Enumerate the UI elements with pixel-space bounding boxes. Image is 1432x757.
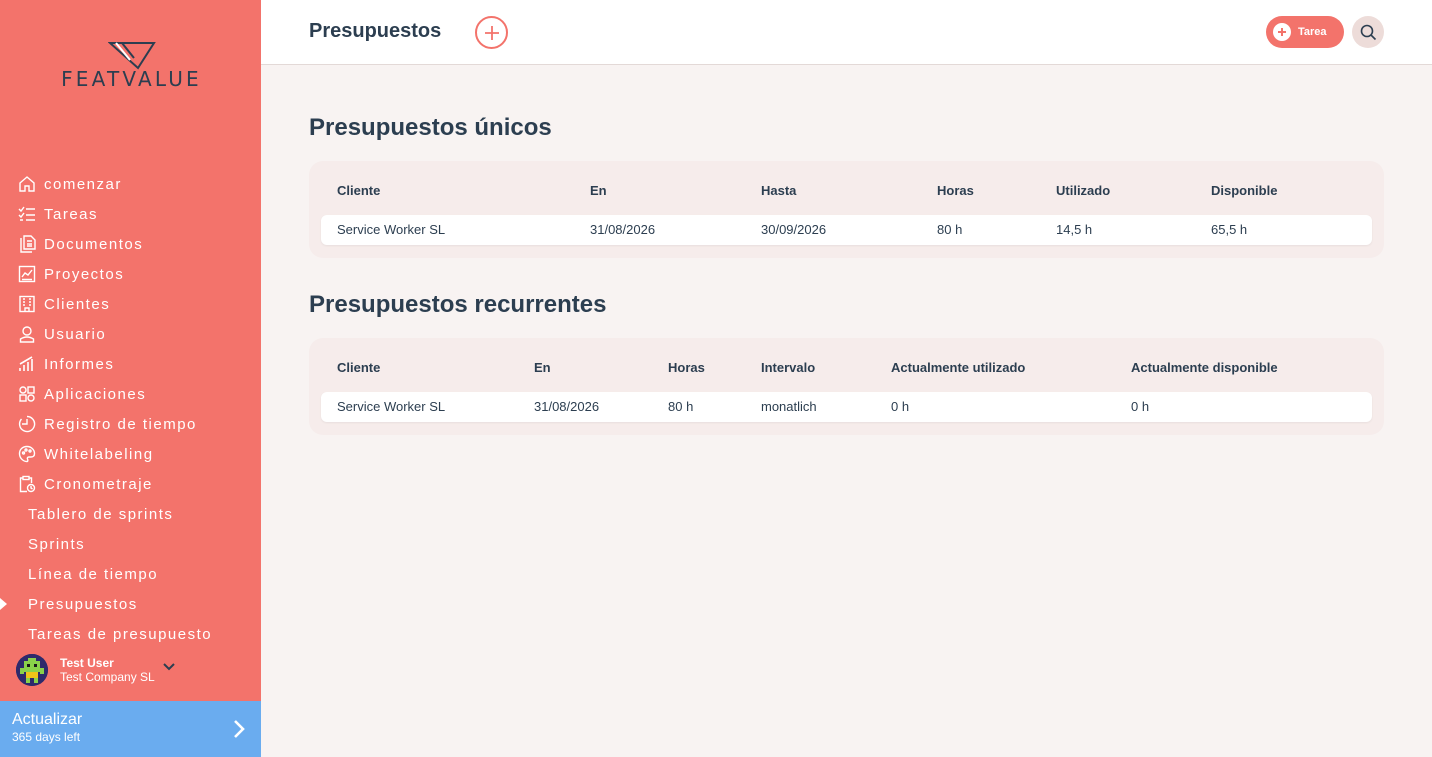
search-button[interactable] <box>1352 16 1384 48</box>
sidebar-subitem-tablero-de-sprints[interactable]: Tablero de sprints <box>0 499 261 529</box>
cell-currently-used: 0 h <box>891 399 910 414</box>
sidebar-item-whitelabeling[interactable]: Whitelabeling <box>0 439 261 469</box>
cell-used: 14,5 h <box>1056 222 1093 237</box>
apps-icon <box>17 384 37 404</box>
featvalue-logo[interactable]: FEATVALUE <box>44 40 219 92</box>
recurring-budgets-title: Presupuestos recurrentes <box>309 291 607 318</box>
cell-interval: monatlich <box>761 399 817 414</box>
sidebar: FEATVALUE comenzar Tareas Documentos Pro… <box>0 0 261 757</box>
column-header: Actualmente disponible <box>1131 360 1278 375</box>
chevron-down-icon[interactable] <box>163 658 175 676</box>
cell-from: 31/08/2026 <box>534 399 600 414</box>
sidebar-nav: comenzar Tareas Documentos Proyectos Cli… <box>0 169 261 649</box>
column-header: En <box>534 360 551 375</box>
column-header: Hasta <box>761 183 797 198</box>
checklist-icon <box>17 204 37 224</box>
column-header: Utilizado <box>1056 183 1111 198</box>
sidebar-item-label: Whitelabeling <box>44 445 154 463</box>
logo-mark-icon <box>108 42 156 70</box>
cell-client: Service Worker SL <box>337 222 446 237</box>
sidebar-item-label: Cronometraje <box>44 475 153 493</box>
sidebar-item-label: Registro de tiempo <box>44 415 197 433</box>
column-header: Disponible <box>1211 183 1278 198</box>
sidebar-item-aplicaciones[interactable]: Aplicaciones <box>0 379 261 409</box>
clipboard-clock-icon <box>17 474 37 494</box>
cell-client: Service Worker SL <box>337 399 446 414</box>
timer-icon <box>17 414 37 434</box>
page-title: Presupuestos <box>309 20 442 42</box>
add-task-label: Tarea <box>1298 26 1327 38</box>
sidebar-item-label: Clientes <box>44 295 111 313</box>
sidebar-subitem-sprints[interactable]: Sprints <box>0 529 261 559</box>
home-icon <box>17 174 37 194</box>
column-header: Horas <box>937 183 974 198</box>
user-name: Test User <box>60 656 114 670</box>
cell-hours: 80 h <box>937 222 963 237</box>
sidebar-item-label: Línea de tiempo <box>28 565 159 583</box>
avatar <box>16 654 48 686</box>
sidebar-item-label: comenzar <box>44 175 122 193</box>
sidebar-item-label: Tareas <box>44 205 99 223</box>
sidebar-subitem-linea-de-tiempo[interactable]: Línea de tiempo <box>0 559 261 589</box>
sidebar-subitem-presupuestos[interactable]: Presupuestos <box>0 589 261 619</box>
palette-icon <box>17 444 37 464</box>
brand-name: FEATVALUE <box>61 67 202 91</box>
sidebar-item-informes[interactable]: Informes <box>0 349 261 379</box>
add-task-button[interactable]: Tarea <box>1266 16 1344 48</box>
table-row[interactable]: Service Worker SL 31/08/2026 30/09/2026 … <box>321 215 1372 245</box>
sidebar-item-label: Aplicaciones <box>44 385 147 403</box>
column-header: En <box>590 183 607 198</box>
sidebar-item-label: Informes <box>44 355 115 373</box>
column-header: Cliente <box>337 183 381 198</box>
column-header: Cliente <box>337 360 381 375</box>
sidebar-item-label: Usuario <box>44 325 107 343</box>
reports-icon <box>17 354 37 374</box>
upgrade-days-left: 365 days left <box>12 730 81 744</box>
cell-currently-available: 0 h <box>1131 399 1150 414</box>
cell-to: 30/09/2026 <box>761 222 827 237</box>
sidebar-item-label: Documentos <box>44 235 144 253</box>
building-icon <box>17 294 37 314</box>
sidebar-item-label: Tareas de presupuesto <box>28 625 213 643</box>
projects-icon <box>17 264 37 284</box>
plus-icon <box>1273 23 1291 41</box>
cell-hours: 80 h <box>668 399 694 414</box>
sidebar-item-label: Tablero de sprints <box>28 505 174 523</box>
table-row[interactable]: Service Worker SL 31/08/2026 80 h monatl… <box>321 392 1372 422</box>
sidebar-item-documentos[interactable]: Documentos <box>0 229 261 259</box>
unique-budgets-title: Presupuestos únicos <box>309 114 552 141</box>
sidebar-item-usuario[interactable]: Usuario <box>0 319 261 349</box>
top-header: Presupuestos Tarea <box>261 0 1432 65</box>
column-header: Intervalo <box>761 360 816 375</box>
column-header: Actualmente utilizado <box>891 360 1026 375</box>
upgrade-banner[interactable]: Actualizar 365 days left <box>0 701 261 757</box>
sidebar-item-tareas[interactable]: Tareas <box>0 199 261 229</box>
user-company: Test Company SL <box>60 670 155 684</box>
user-icon <box>17 324 37 344</box>
chevron-right-icon <box>233 719 245 744</box>
recurring-budgets-table: Cliente En Horas Intervalo Actualmente u… <box>309 338 1384 435</box>
sidebar-subitem-tareas-de-presupuesto[interactable]: Tareas de presupuesto <box>0 619 261 649</box>
cell-available: 65,5 h <box>1211 222 1248 237</box>
upgrade-title: Actualizar <box>12 711 83 728</box>
documents-icon <box>17 234 37 254</box>
unique-budgets-table: Cliente En Hasta Horas Utilizado Disponi… <box>309 161 1384 258</box>
column-header: Horas <box>668 360 705 375</box>
plus-icon <box>484 25 499 40</box>
sidebar-item-registro-de-tiempo[interactable]: Registro de tiempo <box>0 409 261 439</box>
user-menu[interactable]: Test User Test Company SL <box>16 652 246 688</box>
sidebar-item-proyectos[interactable]: Proyectos <box>0 259 261 289</box>
sidebar-item-clientes[interactable]: Clientes <box>0 289 261 319</box>
search-icon <box>1360 24 1376 40</box>
add-budget-button[interactable] <box>475 16 508 49</box>
sidebar-item-comenzar[interactable]: comenzar <box>0 169 261 199</box>
sidebar-item-label: Proyectos <box>44 265 125 283</box>
cell-from: 31/08/2026 <box>590 222 656 237</box>
sidebar-item-cronometraje[interactable]: Cronometraje <box>0 469 261 499</box>
sidebar-item-label: Presupuestos <box>28 595 138 613</box>
sidebar-item-label: Sprints <box>28 535 86 553</box>
